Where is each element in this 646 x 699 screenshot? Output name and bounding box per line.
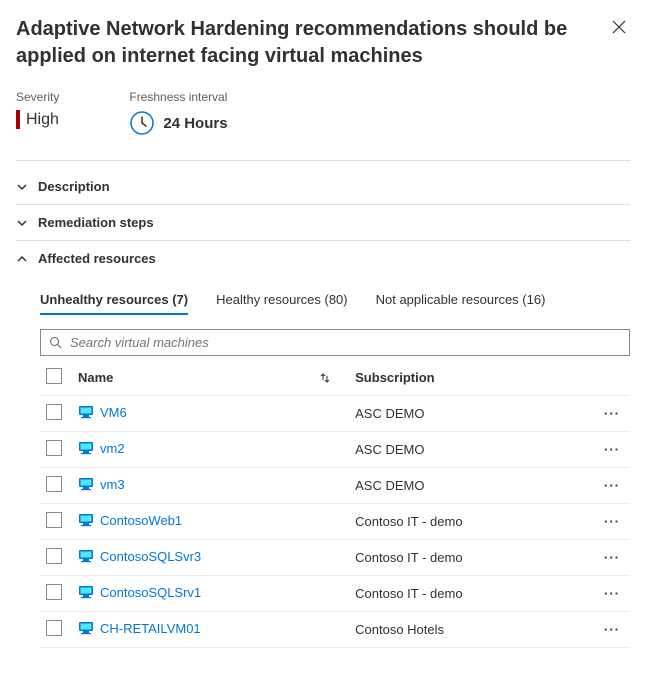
close-button[interactable]	[608, 16, 630, 42]
vm-icon	[78, 513, 94, 527]
column-subscription[interactable]: Subscription	[349, 360, 594, 396]
row-actions-button[interactable]: ···	[604, 622, 620, 637]
vm-name: ContosoWeb1	[100, 513, 182, 528]
freshness-label: Freshness interval	[129, 90, 227, 104]
vm-icon	[78, 405, 94, 419]
row-actions-button[interactable]: ···	[604, 406, 620, 421]
clock-icon	[129, 110, 155, 136]
section-description-header[interactable]: Description	[16, 169, 630, 204]
close-icon	[612, 20, 626, 34]
tab-healthy[interactable]: Healthy resources (80)	[216, 286, 348, 315]
tab-not-applicable[interactable]: Not applicable resources (16)	[376, 286, 546, 315]
vm-icon	[78, 585, 94, 599]
freshness-value: 24 Hours	[163, 115, 227, 132]
sort-icon[interactable]	[319, 372, 331, 384]
subscription-cell: ASC DEMO	[349, 432, 594, 468]
select-all-checkbox[interactable]	[46, 368, 62, 384]
severity-value: High	[16, 110, 59, 129]
vm-link[interactable]: ContosoSQLSvr3	[78, 549, 201, 564]
table-row: vm3 ASC DEMO ···	[40, 468, 630, 504]
vm-name: CH-RETAILVM01	[100, 621, 201, 636]
vm-icon	[78, 441, 94, 455]
row-checkbox[interactable]	[46, 512, 62, 528]
search-input[interactable]	[68, 334, 621, 351]
vm-link[interactable]: ContosoSQLSrv1	[78, 585, 201, 600]
chevron-down-icon	[16, 181, 28, 193]
table-row: CH-RETAILVM01 Contoso Hotels ···	[40, 612, 630, 648]
page-title: Adaptive Network Hardening recommendatio…	[16, 16, 600, 70]
subscription-cell: Contoso IT - demo	[349, 576, 594, 612]
row-actions-button[interactable]: ···	[604, 550, 620, 565]
meta-row: Severity High Freshness interval 24 Hour…	[16, 90, 630, 161]
subscription-cell: Contoso Hotels	[349, 612, 594, 648]
section-remediation-header[interactable]: Remediation steps	[16, 205, 630, 240]
row-actions-button[interactable]: ···	[604, 478, 620, 493]
table-row: ContosoSQLSrv1 Contoso IT - demo ···	[40, 576, 630, 612]
subscription-cell: ASC DEMO	[349, 396, 594, 432]
vm-icon	[78, 621, 94, 635]
table-row: vm2 ASC DEMO ···	[40, 432, 630, 468]
row-checkbox[interactable]	[46, 584, 62, 600]
row-actions-button[interactable]: ···	[604, 514, 620, 529]
row-checkbox[interactable]	[46, 440, 62, 456]
resources-table: Name Subscription VM6 ASC DEMO ··· vm2 ASC D…	[40, 360, 630, 648]
row-checkbox[interactable]	[46, 548, 62, 564]
subscription-cell: Contoso IT - demo	[349, 540, 594, 576]
vm-name: ContosoSQLSrv1	[100, 585, 201, 600]
tab-unhealthy[interactable]: Unhealthy resources (7)	[40, 286, 188, 315]
chevron-up-icon	[16, 253, 28, 265]
vm-name: ContosoSQLSvr3	[100, 549, 201, 564]
row-checkbox[interactable]	[46, 404, 62, 420]
section-affected-label: Affected resources	[38, 251, 156, 266]
vm-link[interactable]: ContosoWeb1	[78, 513, 182, 528]
row-checkbox[interactable]	[46, 476, 62, 492]
column-name[interactable]: Name	[78, 370, 113, 385]
section-description-label: Description	[38, 179, 110, 194]
search-icon	[49, 336, 62, 349]
vm-name: vm2	[100, 441, 125, 456]
search-box[interactable]	[40, 329, 630, 356]
chevron-down-icon	[16, 217, 28, 229]
row-actions-button[interactable]: ···	[604, 586, 620, 601]
row-actions-button[interactable]: ···	[604, 442, 620, 457]
subscription-cell: ASC DEMO	[349, 468, 594, 504]
vm-link[interactable]: CH-RETAILVM01	[78, 621, 201, 636]
vm-name: VM6	[100, 405, 127, 420]
section-remediation-label: Remediation steps	[38, 215, 154, 230]
subscription-cell: Contoso IT - demo	[349, 504, 594, 540]
vm-link[interactable]: vm2	[78, 441, 125, 456]
vm-name: vm3	[100, 477, 125, 492]
vm-icon	[78, 549, 94, 563]
table-row: ContosoWeb1 Contoso IT - demo ···	[40, 504, 630, 540]
vm-icon	[78, 477, 94, 491]
row-checkbox[interactable]	[46, 620, 62, 636]
vm-link[interactable]: VM6	[78, 405, 127, 420]
section-affected-header[interactable]: Affected resources	[16, 241, 630, 276]
table-row: ContosoSQLSvr3 Contoso IT - demo ···	[40, 540, 630, 576]
vm-link[interactable]: vm3	[78, 477, 125, 492]
resource-tabs: Unhealthy resources (7) Healthy resource…	[40, 286, 630, 315]
severity-label: Severity	[16, 90, 59, 104]
table-row: VM6 ASC DEMO ···	[40, 396, 630, 432]
